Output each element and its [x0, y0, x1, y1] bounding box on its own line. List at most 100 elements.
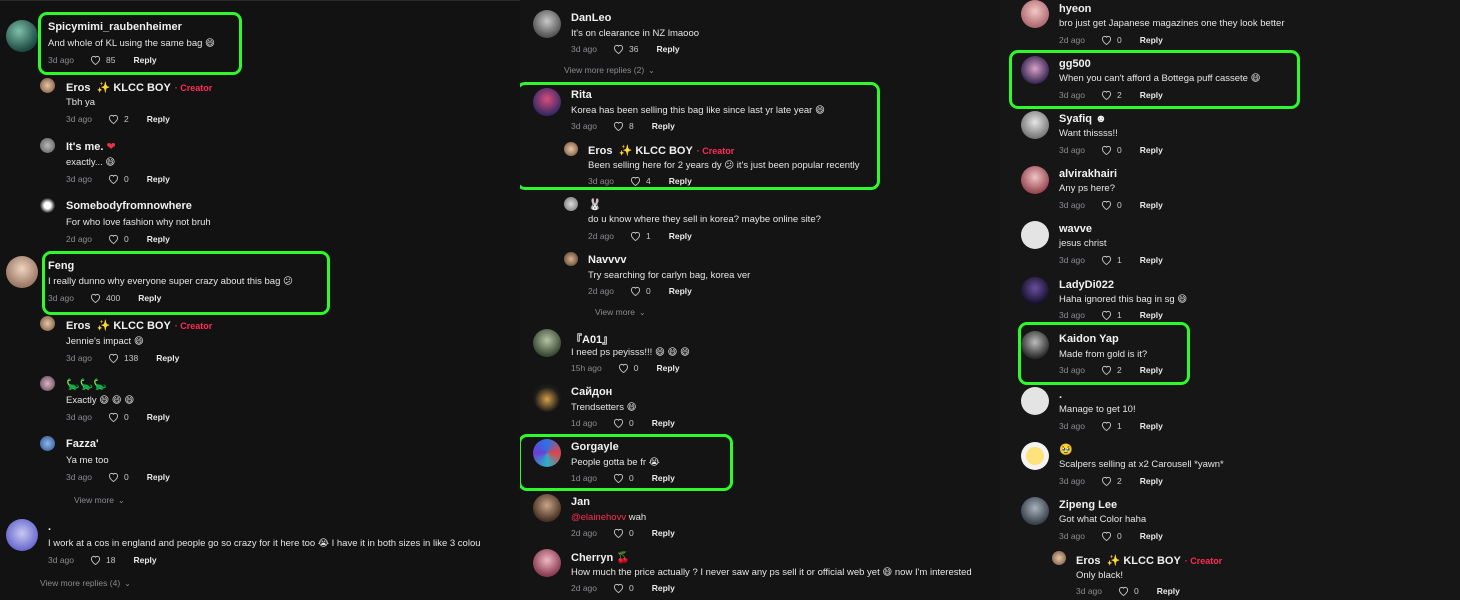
avatar[interactable] — [533, 384, 561, 412]
avatar[interactable] — [533, 439, 561, 467]
comment-username[interactable]: . — [48, 521, 51, 533]
avatar[interactable] — [40, 316, 55, 331]
reply-button[interactable]: Reply — [147, 174, 170, 184]
reply-button[interactable]: Reply — [656, 44, 679, 54]
avatar[interactable] — [1021, 166, 1049, 194]
reply-button[interactable]: Reply — [1140, 200, 1163, 210]
reply-button[interactable]: Reply — [156, 353, 179, 363]
like-button[interactable]: 2 — [1101, 476, 1122, 486]
like-button[interactable]: 0 — [613, 583, 634, 593]
avatar[interactable] — [533, 88, 561, 116]
reply-button[interactable]: Reply — [652, 121, 675, 131]
comment-username[interactable]: Kaidon Yap — [1059, 333, 1119, 345]
like-button[interactable]: 0 — [1118, 586, 1139, 596]
reply-button[interactable]: Reply — [133, 55, 156, 65]
avatar[interactable] — [6, 519, 38, 551]
like-button[interactable]: 1 — [1101, 310, 1122, 320]
comment-username[interactable]: alvirakhairi — [1059, 168, 1117, 180]
avatar[interactable] — [6, 256, 38, 288]
mention-link[interactable]: @elainehovv — [571, 512, 626, 523]
view-more-replies-button[interactable]: View more replies (2) ⌄ — [564, 65, 655, 75]
avatar[interactable] — [1021, 56, 1049, 84]
reply-button[interactable]: Reply — [147, 412, 170, 422]
comment-username[interactable]: . — [1059, 389, 1062, 401]
comment-username[interactable]: gg500 — [1059, 58, 1091, 70]
reply-button[interactable]: Reply — [147, 234, 170, 244]
avatar[interactable] — [40, 78, 55, 93]
avatar[interactable] — [533, 329, 561, 357]
avatar[interactable] — [533, 10, 561, 38]
comment-username[interactable]: It's me. ❤ — [66, 140, 116, 153]
comment-username[interactable]: Navvvv — [588, 254, 627, 266]
comment-username[interactable]: Syafiq ☻ — [1059, 113, 1107, 125]
comment-username[interactable]: 🦕🦕🦕 — [66, 378, 107, 391]
reply-button[interactable]: Reply — [669, 176, 692, 186]
avatar[interactable] — [564, 252, 578, 266]
avatar[interactable] — [564, 142, 578, 156]
comment-username[interactable]: wavve — [1059, 223, 1092, 235]
reply-button[interactable]: Reply — [1140, 421, 1163, 431]
comment-username[interactable]: Rita — [571, 89, 592, 101]
view-more-button[interactable]: View more ⌄ — [595, 307, 646, 317]
like-button[interactable]: 1 — [630, 231, 651, 241]
like-button[interactable]: 0 — [1101, 531, 1122, 541]
comment-username[interactable]: Eros ✨ KLCC BOY · Creator — [66, 81, 212, 94]
avatar[interactable] — [1021, 497, 1049, 525]
comment-username[interactable]: Zipeng Lee — [1059, 499, 1117, 511]
reply-button[interactable]: Reply — [669, 231, 692, 241]
comment-username[interactable]: Сайдон — [571, 386, 612, 398]
reply-button[interactable]: Reply — [1140, 35, 1163, 45]
reply-button[interactable]: Reply — [138, 293, 161, 303]
avatar[interactable] — [1052, 551, 1066, 565]
avatar[interactable] — [40, 198, 55, 213]
avatar[interactable] — [533, 494, 561, 522]
like-button[interactable]: 0 — [613, 473, 634, 483]
comment-username[interactable]: Gorgayle — [571, 441, 619, 453]
avatar[interactable] — [1021, 0, 1049, 28]
like-button[interactable]: 18 — [90, 555, 115, 565]
comment-username[interactable]: Eros ✨ KLCC BOY · Creator — [66, 319, 212, 332]
like-button[interactable]: 1 — [1101, 255, 1122, 265]
like-button[interactable]: 2 — [1101, 365, 1122, 375]
like-button[interactable]: 85 — [90, 55, 115, 65]
like-button[interactable]: 0 — [108, 472, 129, 482]
reply-button[interactable]: Reply — [133, 555, 156, 565]
avatar[interactable] — [1021, 331, 1049, 359]
reply-button[interactable]: Reply — [656, 363, 679, 373]
reply-button[interactable]: Reply — [652, 418, 675, 428]
comment-username[interactable]: Jan — [571, 496, 590, 508]
avatar[interactable] — [1021, 442, 1049, 470]
comment-username[interactable]: Feng — [48, 260, 74, 272]
view-more-button[interactable]: View more ⌄ — [74, 495, 125, 505]
reply-button[interactable]: Reply — [147, 472, 170, 482]
reply-button[interactable]: Reply — [147, 114, 170, 124]
comment-username[interactable]: LadyDi022 — [1059, 279, 1114, 291]
comment-username[interactable]: Somebodyfromnowhere — [66, 200, 192, 212]
like-button[interactable]: 0 — [1101, 145, 1122, 155]
reply-button[interactable]: Reply — [1140, 255, 1163, 265]
view-more-replies-button[interactable]: View more replies (4) ⌄ — [40, 578, 131, 588]
like-button[interactable]: 8 — [613, 121, 634, 131]
avatar[interactable] — [564, 197, 578, 211]
avatar[interactable] — [533, 549, 561, 577]
reply-button[interactable]: Reply — [652, 473, 675, 483]
comment-username[interactable]: DanLeo — [571, 12, 611, 24]
comment-username[interactable]: Cherryn 🍒 — [571, 551, 630, 564]
comment-username[interactable]: 『A01』 — [571, 331, 613, 347]
reply-button[interactable]: Reply — [1140, 531, 1163, 541]
avatar[interactable] — [1021, 387, 1049, 415]
reply-button[interactable]: Reply — [1140, 90, 1163, 100]
reply-button[interactable]: Reply — [1140, 145, 1163, 155]
comment-username[interactable]: Eros ✨ KLCC BOY · Creator — [1076, 554, 1222, 567]
like-button[interactable]: 2 — [108, 114, 129, 124]
like-button[interactable]: 0 — [1101, 200, 1122, 210]
reply-button[interactable]: Reply — [1140, 476, 1163, 486]
like-button[interactable]: 0 — [108, 174, 129, 184]
like-button[interactable]: 138 — [108, 353, 138, 363]
comment-username[interactable]: 🥹 — [1059, 443, 1073, 456]
reply-button[interactable]: Reply — [1140, 365, 1163, 375]
avatar[interactable] — [40, 376, 55, 391]
like-button[interactable]: 0 — [613, 528, 634, 538]
like-button[interactable]: 0 — [630, 286, 651, 296]
comment-username[interactable]: 🐰 — [588, 198, 602, 211]
